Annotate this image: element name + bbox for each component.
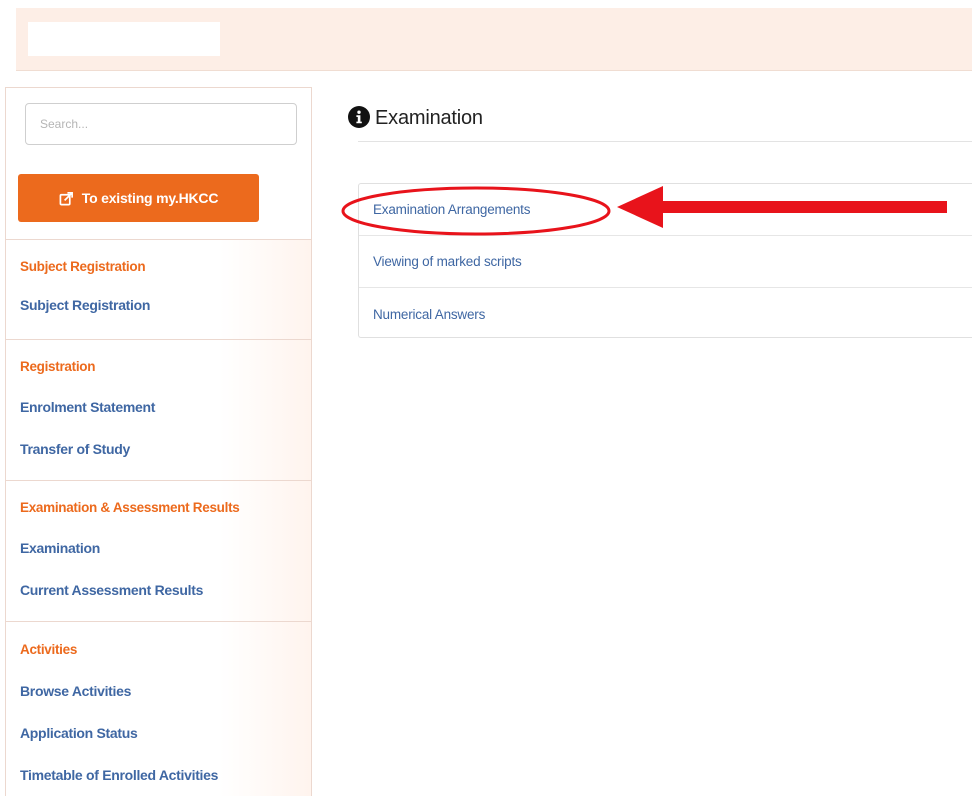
sidebar-item-browse-activities[interactable]: Browse Activities — [20, 683, 131, 699]
sidebar-section-title: Examination & Assessment Results — [20, 500, 240, 515]
sidebar-section-title: Subject Registration — [20, 259, 146, 274]
sidebar-item-enrolment-statement[interactable]: Enrolment Statement — [20, 399, 155, 415]
link-examination-arrangements[interactable]: Examination Arrangements — [359, 184, 972, 236]
sidebar-item-examination[interactable]: Examination — [20, 540, 100, 556]
link-viewing-marked-scripts[interactable]: Viewing of marked scripts — [359, 236, 972, 288]
sidebar-section-registration: Registration Enrolment Statement Transfe… — [6, 339, 311, 480]
to-existing-myhkcc-label: To existing my.HKCC — [81, 190, 219, 206]
sidebar-section-subject-registration: Subject Registration Subject Registratio… — [6, 239, 311, 339]
examination-link-list: Examination Arrangements Viewing of mark… — [358, 183, 972, 338]
external-link-icon — [59, 191, 73, 205]
sidebar-item-subject-registration[interactable]: Subject Registration — [20, 297, 150, 313]
sidebar-item-application-status[interactable]: Application Status — [20, 725, 138, 741]
top-header-bar — [16, 8, 972, 71]
sidebar: To existing my.HKCC Subject Registration… — [5, 87, 312, 796]
sidebar-section-exam-assessment: Examination & Assessment Results Examina… — [6, 480, 311, 621]
logo-placeholder — [28, 22, 220, 56]
sidebar-section-activities: Activities Browse Activities Application… — [6, 621, 311, 796]
info-icon — [348, 106, 370, 128]
to-existing-myhkcc-button[interactable]: To existing my.HKCC — [18, 174, 259, 222]
sidebar-item-current-assessment-results[interactable]: Current Assessment Results — [20, 582, 203, 598]
page-title: Examination — [375, 107, 483, 129]
search-input[interactable] — [25, 103, 297, 145]
link-numerical-answers[interactable]: Numerical Answers — [359, 288, 972, 340]
sidebar-section-title: Registration — [20, 359, 96, 374]
sidebar-item-timetable-enrolled-activities[interactable]: Timetable of Enrolled Activities — [20, 767, 218, 783]
title-divider — [358, 141, 972, 142]
sidebar-section-title: Activities — [20, 642, 78, 657]
sidebar-item-transfer-of-study[interactable]: Transfer of Study — [20, 441, 130, 457]
